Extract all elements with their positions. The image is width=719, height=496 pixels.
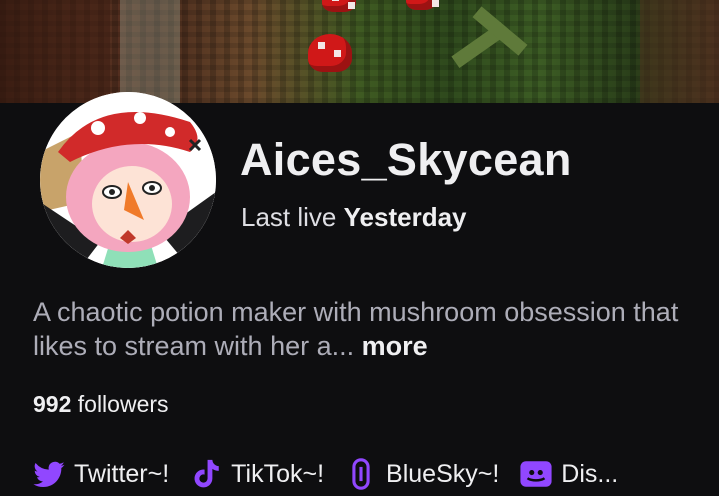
banner-wood-plank — [640, 0, 719, 103]
last-live-status: Last live Yesterday — [241, 200, 467, 234]
tiktok-icon — [189, 457, 223, 491]
channel-avatar[interactable] — [40, 92, 216, 268]
twitter-bird-icon — [32, 457, 66, 491]
banner-mushroom — [406, 0, 439, 10]
banner-light-patch — [120, 0, 180, 103]
channel-bio: A chaotic potion maker with mushroom obs… — [33, 295, 693, 363]
social-link-bluesky[interactable]: BlueSky~! — [344, 457, 499, 491]
discord-icon — [519, 457, 553, 491]
social-links: Twitter~! TikTok~! BlueSky~! Dis... — [32, 454, 638, 494]
follower-count: 992 followers — [33, 389, 169, 419]
banner-wood-plank — [0, 0, 110, 103]
bio-text: A chaotic potion maker with mushroom obs… — [33, 297, 679, 361]
followers-number: 992 — [33, 391, 72, 417]
social-label: BlueSky~! — [386, 459, 500, 488]
channel-name[interactable]: Aices_Skycean — [240, 132, 572, 188]
social-link-discord[interactable]: Dis... — [519, 457, 618, 491]
social-link-tiktok[interactable]: TikTok~! — [189, 457, 324, 491]
link-icon — [344, 457, 378, 491]
channel-banner — [0, 0, 719, 103]
last-live-label: Last live — [241, 202, 337, 232]
social-label: Dis... — [561, 459, 619, 488]
last-live-value: Yesterday — [343, 202, 467, 232]
bio-more-link[interactable]: more — [362, 331, 428, 361]
social-label: TikTok~! — [231, 459, 325, 488]
social-link-twitter[interactable]: Twitter~! — [32, 457, 169, 491]
banner-mushroom — [322, 0, 356, 12]
banner-mushroom — [308, 34, 352, 72]
social-label: Twitter~! — [74, 459, 170, 488]
avatar-illustration — [40, 92, 216, 268]
followers-label: followers — [77, 391, 169, 417]
